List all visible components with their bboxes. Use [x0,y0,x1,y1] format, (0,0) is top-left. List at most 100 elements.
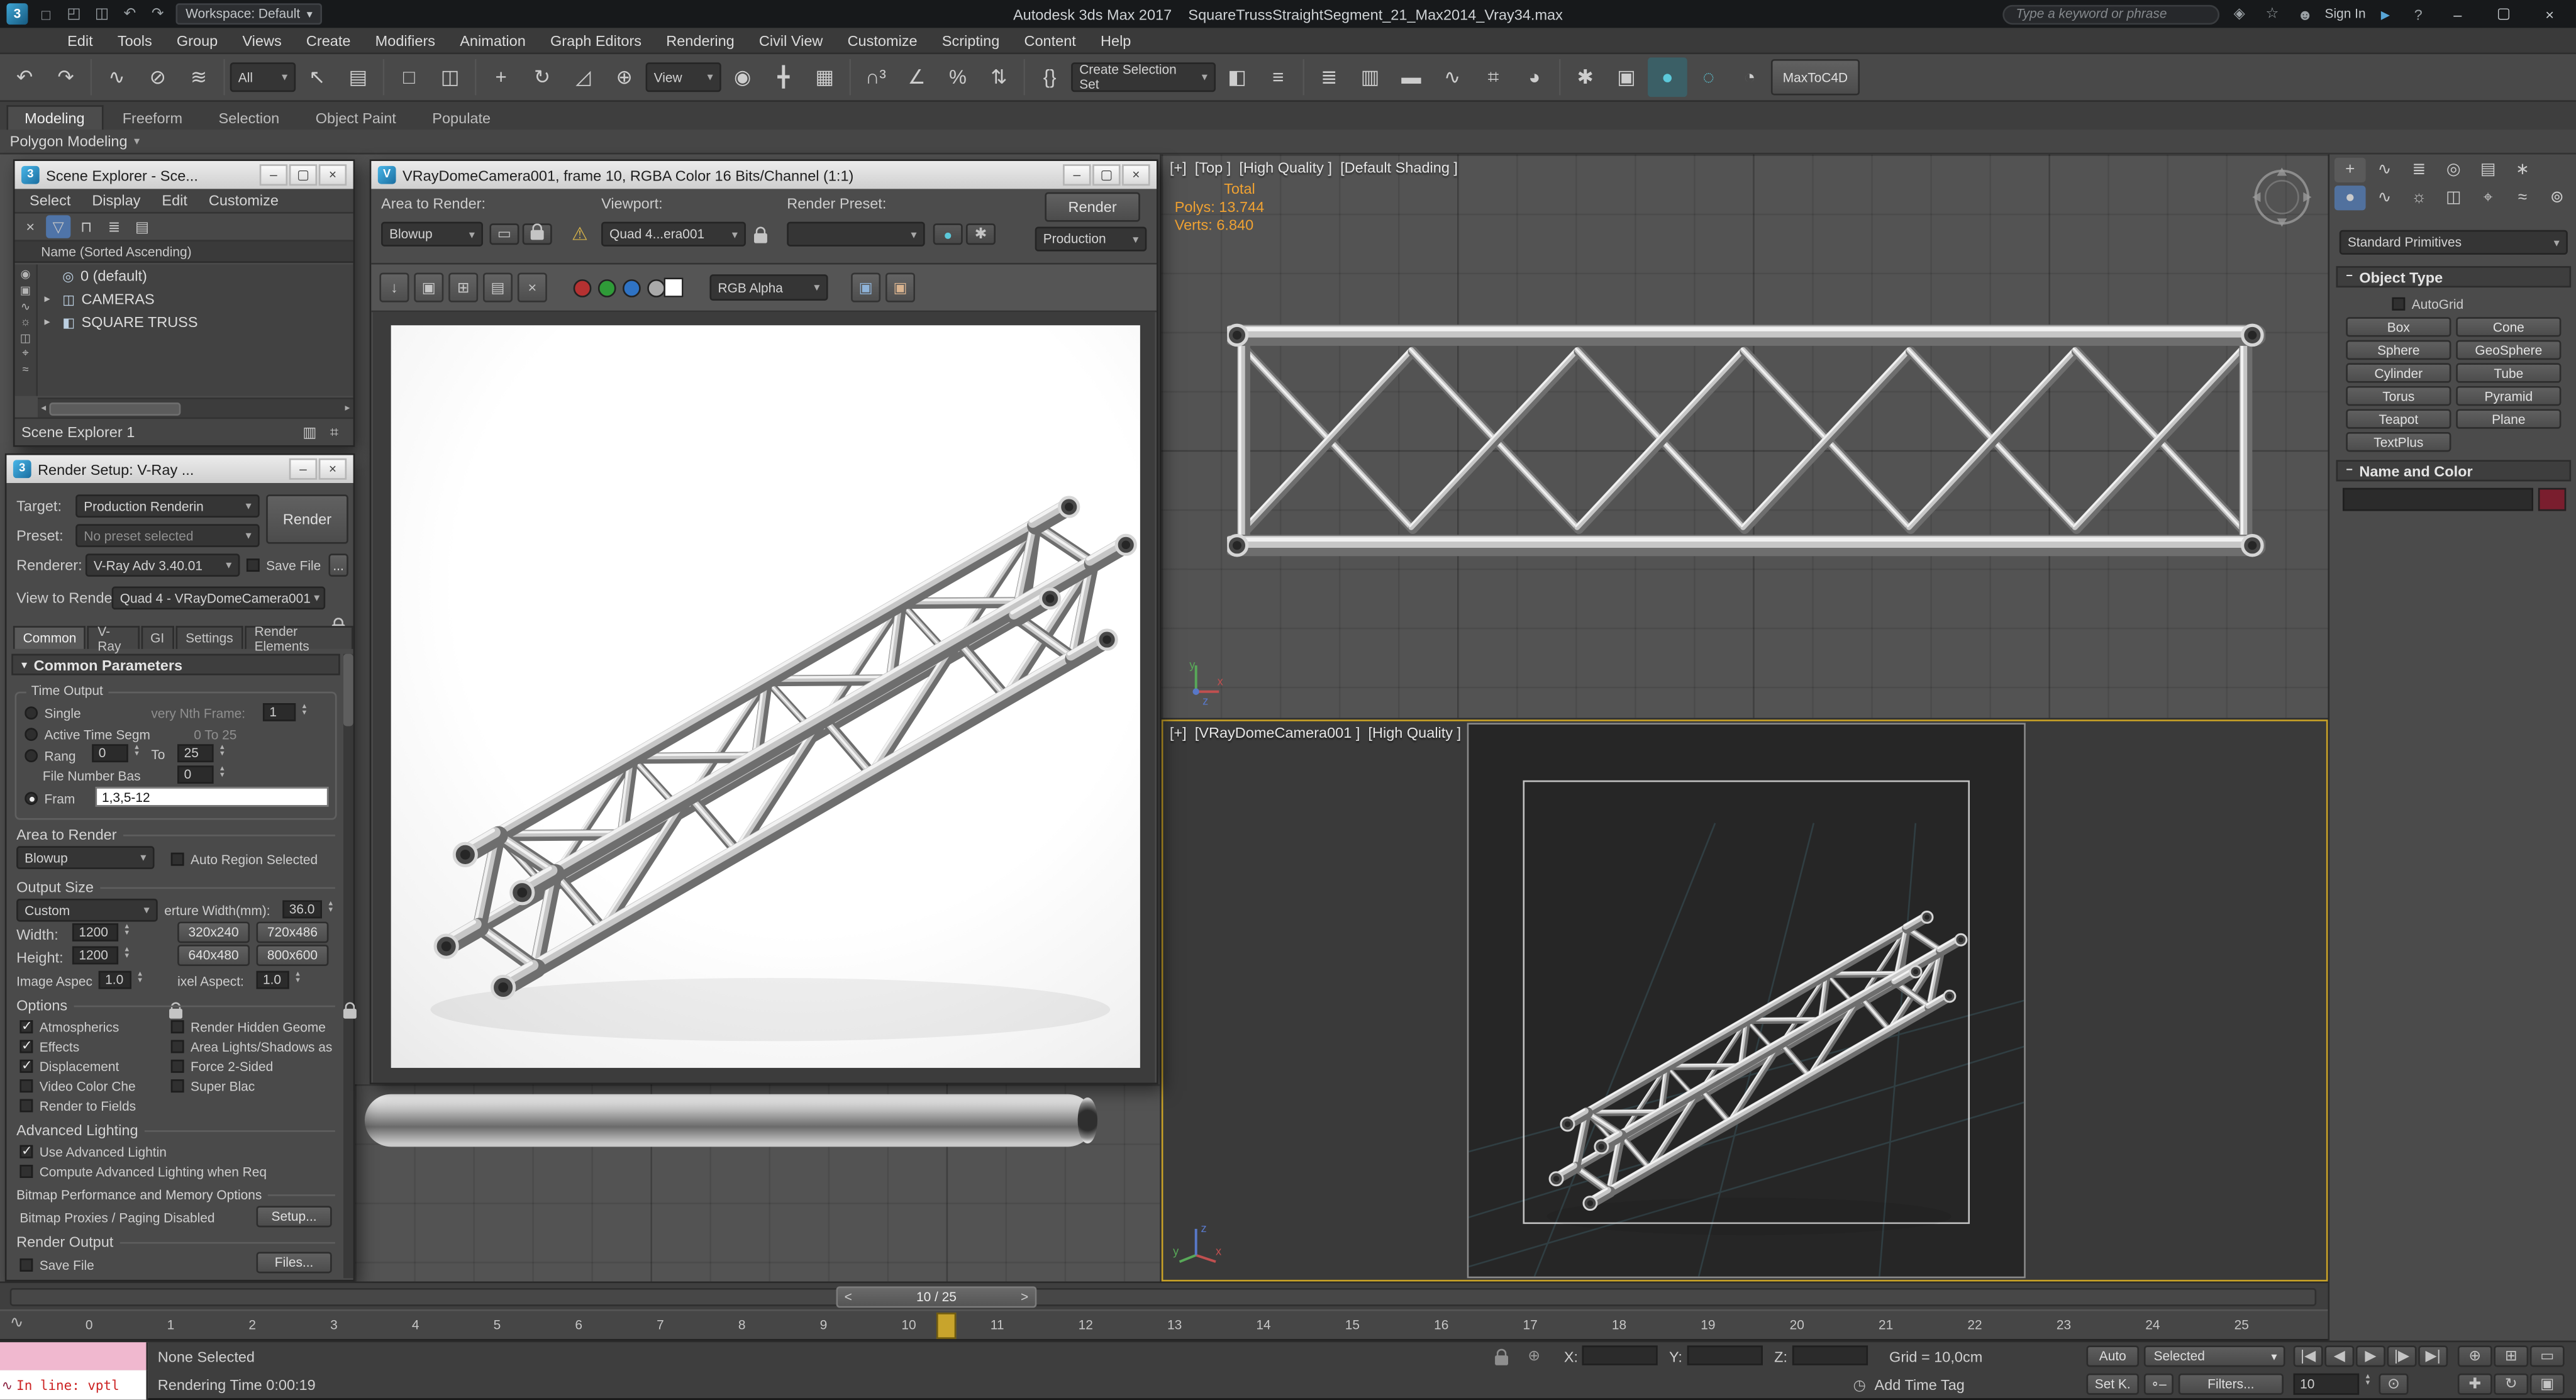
menu-item[interactable]: Animation [448,28,537,52]
named-selection-sets-icon[interactable]: {} [1030,57,1070,97]
height-field[interactable]: 1200 [72,946,119,965]
ribbon-tab[interactable]: Freeform [106,107,199,130]
range-radio[interactable]: Rang [25,746,75,765]
utilities-tab-icon[interactable]: ∗ [2507,158,2538,182]
viewport-name[interactable]: [Top ] [1195,159,1231,175]
create-tab-icon[interactable]: + [2334,157,2366,182]
rectangular-selection-region-icon[interactable]: □ [389,57,429,97]
close-icon[interactable]: × [1122,164,1150,186]
helpers-category-icon[interactable]: ⌖ [2472,186,2504,210]
time-configuration-icon[interactable]: ⊙ [2379,1373,2409,1395]
motion-tab-icon[interactable]: ◎ [2438,158,2470,182]
explorer-settings-icon[interactable]: ▤ [130,215,154,238]
viewport-quality[interactable]: [High Quality ] [1239,159,1332,175]
viewport-name[interactable]: [VRayDomeCamera001 ] [1195,725,1360,741]
align-icon[interactable]: ≡ [1258,57,1298,97]
workspace-dropdown[interactable]: Workspace: Default ▾ [175,3,323,25]
selection-filter-dropdown[interactable]: All [230,62,296,92]
schematic-view-icon[interactable]: ⌗ [1474,57,1513,97]
explorer-row[interactable]: ▸ ◧ SQUARE TRUSS [38,311,353,334]
primitive-button[interactable]: Sphere [2346,340,2451,360]
object-name-field[interactable] [2342,487,2534,511]
systems-category-icon[interactable]: ⊚ [2541,186,2573,210]
close-icon[interactable]: × [318,458,347,480]
key-filters-button[interactable]: Filters... [2178,1373,2284,1395]
maxtoc4d-button[interactable]: MaxToC4D [1770,59,1860,96]
ribbon-tab[interactable]: Selection [202,107,296,130]
snaps-toggle-icon[interactable]: ∩³ [856,57,896,97]
pixel-aspect-field[interactable]: 1.0 [256,970,289,989]
vfb-viewport-dropdown[interactable]: Quad 4...era001 [601,221,746,247]
common-parameters-rollout[interactable]: ▾ Common Parameters [11,653,340,675]
render-setup-tab[interactable]: GI [140,626,174,649]
renderer-save-file-checkbox[interactable]: Save File [246,555,321,575]
use-pivot-point-icon[interactable]: ◉ [723,57,762,97]
orbit-icon[interactable]: ↻ [2494,1373,2529,1395]
range-from-field[interactable]: 0 [92,744,128,763]
print-image-icon[interactable]: ▤ [482,272,513,303]
option-checkbox[interactable]: Atmospherics [19,1017,167,1036]
select-and-rotate-icon[interactable]: ↻ [523,57,562,97]
select-and-move-icon[interactable]: + [481,57,521,97]
menu-item[interactable]: Customize [836,28,929,52]
alpha-channel-icon[interactable] [663,277,684,297]
spinner-snap-icon[interactable]: ⇅ [979,57,1019,97]
render-output-files-button[interactable]: Files... [256,1252,332,1274]
reference-coordinate-dropdown[interactable]: View [645,62,721,92]
renderer-dropdown[interactable]: V-Ray Adv 3.40.01 [85,553,240,577]
clear-image-icon[interactable]: × [517,272,547,303]
explorer-menu-item[interactable]: Edit [152,192,197,209]
viewport-quality[interactable]: [High Quality ] [1368,725,1461,741]
blue-channel-icon[interactable] [623,278,641,297]
primitive-button[interactable]: Pyramid [2456,386,2562,406]
preset-720x486-button[interactable]: 720x486 [256,921,329,943]
time-slider-handle[interactable]: < 10 / 25 > [836,1286,1037,1308]
width-field[interactable]: 1200 [72,923,119,942]
select-object-icon[interactable]: ↖ [297,57,337,97]
menu-item[interactable]: Graph Editors [539,28,653,52]
time-slider-track[interactable] [9,1287,2317,1306]
explorer-dock-icon[interactable]: ▥ [297,421,322,444]
image-aspect-field[interactable]: 1.0 [98,970,131,989]
scrollbar-thumb[interactable] [49,401,181,415]
scrollbar-thumb[interactable] [343,653,353,726]
output-size-dropdown[interactable]: Custom [16,898,158,922]
select-and-scale-icon[interactable]: ◿ [564,57,603,97]
render-production-icon[interactable]: ● [1648,57,1687,97]
search-filter-icon[interactable]: ▽ [46,215,71,238]
preset-800x600-button[interactable]: 800x600 [256,945,329,966]
open-autodesk-app-icon[interactable]: ◔ [1730,57,1770,97]
viewport-shading[interactable]: [Default Shading ] [1340,159,1458,175]
explorer-hscrollbar[interactable]: ◂ ▸ [38,397,353,418]
selection-lock-icon[interactable] [1495,1348,1508,1365]
color-correction-icon[interactable]: ▣ [851,272,881,303]
render-button[interactable]: Render [266,494,348,544]
ribbon-tab[interactable]: Object Paint [299,107,413,130]
explorer-menu-item[interactable]: Select [19,192,80,209]
option-checkbox[interactable]: Render Hidden Geome [170,1017,335,1036]
search-input[interactable]: Type a keyword or phrase [2002,4,2220,24]
primitive-button[interactable]: Cone [2456,317,2562,337]
material-editor-icon[interactable]: ◕ [1514,57,1554,97]
copy-image-icon[interactable]: ▣ [414,272,444,303]
render-in-cloud-icon[interactable]: ◌ [1689,57,1728,97]
menu-item[interactable]: Content [1013,28,1087,52]
frames-field[interactable]: 1,3,5-12 [95,787,329,807]
previous-frame-button[interactable]: ◀ [2324,1345,2355,1367]
vfb-preset-dropdown[interactable] [787,221,925,247]
go-to-start-button[interactable]: |◀ [2293,1345,2323,1367]
ribbon-toggle-icon[interactable]: ▬ [1392,57,1431,97]
option-checkbox[interactable]: Force 2-Sided [170,1057,335,1076]
percent-snap-icon[interactable]: % [938,57,978,97]
explorer-menu-item[interactable]: Customize [199,192,288,209]
ribbon-panel-label[interactable]: Polygon Modeling [10,133,128,150]
filter-materials-icon[interactable]: ≈ [22,365,28,376]
track-bar[interactable]: 0 1 2 3 4 5 6 7 8 9 10 11 12 13 14 15 16 17 18 19 20 21 22 23 24… [0,1309,2328,1341]
pick-list-icon[interactable]: ≣ [102,215,126,238]
macro-recorder-line[interactable] [0,1342,148,1370]
preset-640x480-button[interactable]: 640x480 [177,945,250,966]
aperture-field[interactable]: 36.0 [282,900,322,919]
menu-item[interactable]: Group [165,28,230,52]
explorer-row[interactable]: ▸ ◫ CAMERAS [38,287,353,311]
absolute-mode-icon[interactable]: ⊕ [1528,1347,1540,1365]
